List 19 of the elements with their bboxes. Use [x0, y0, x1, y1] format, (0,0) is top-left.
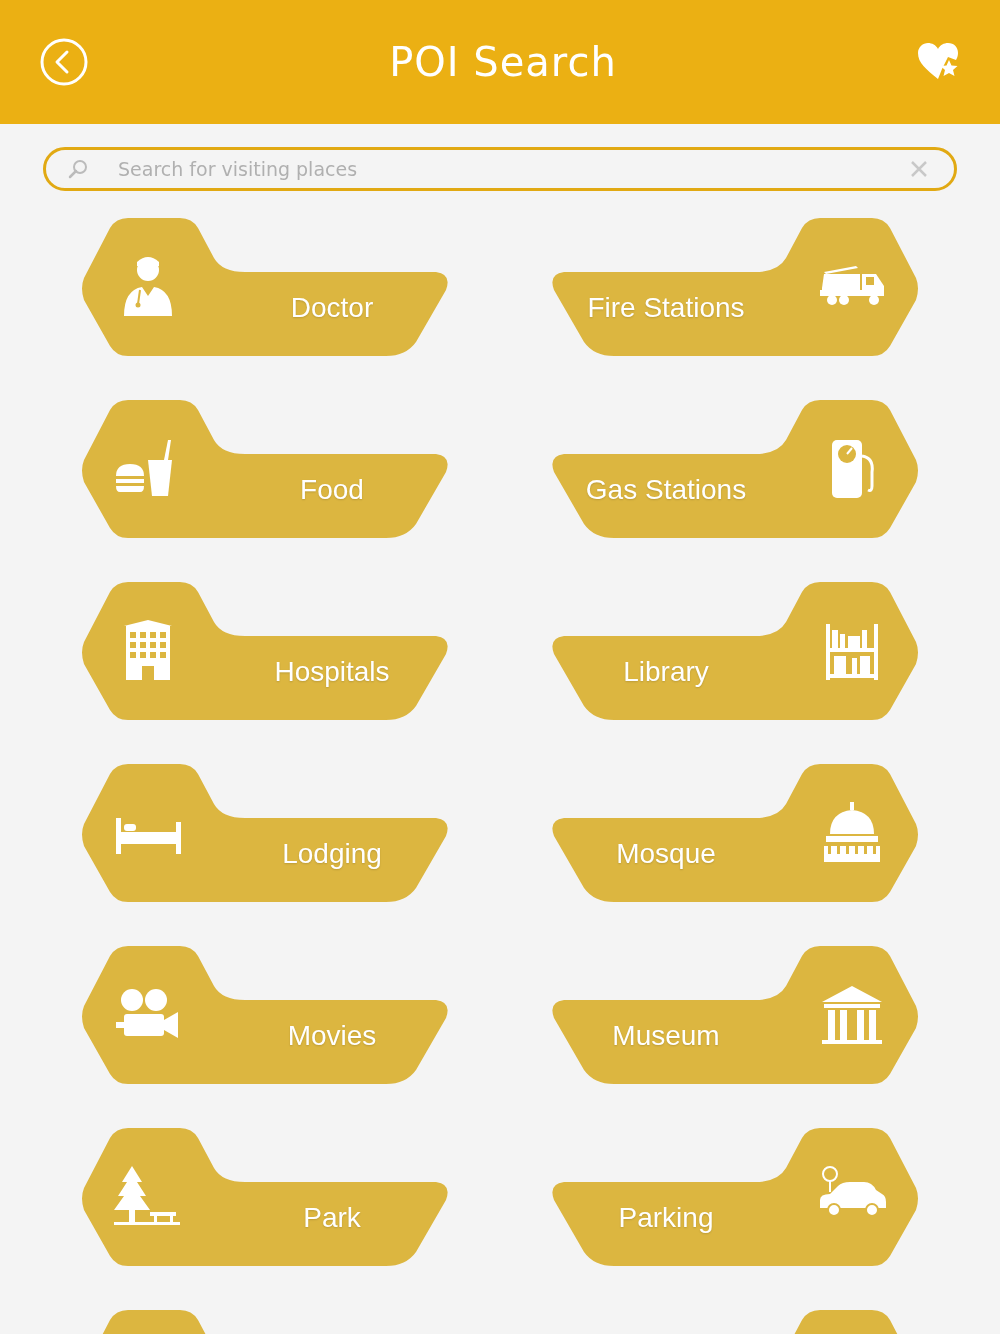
clear-button[interactable] — [910, 160, 928, 178]
category-button[interactable]: Library — [552, 582, 920, 720]
category-button[interactable]: Lodging — [80, 764, 448, 902]
back-button[interactable] — [40, 38, 88, 86]
category-button[interactable]: Fire Stations — [552, 218, 920, 356]
category-button[interactable]: Mosque — [552, 764, 920, 902]
category-button[interactable]: Park — [80, 1128, 448, 1266]
category-button[interactable]: Gas Stations — [552, 400, 920, 538]
category-button[interactable]: Parking — [552, 1128, 920, 1266]
category-button[interactable]: Museum — [552, 946, 920, 1084]
search-icon — [68, 159, 88, 179]
search-field[interactable]: Search for visiting places — [116, 157, 882, 181]
category-button[interactable]: Food — [80, 400, 448, 538]
category-button[interactable]: Doctor — [80, 218, 448, 356]
category-button[interactable]: Hospitals — [80, 582, 448, 720]
category-button[interactable]: Movies — [80, 946, 448, 1084]
favorites-button[interactable] — [918, 43, 960, 81]
screen-title: POI Search — [389, 39, 617, 85]
search-bar[interactable]: Search for visiting places — [43, 147, 957, 191]
